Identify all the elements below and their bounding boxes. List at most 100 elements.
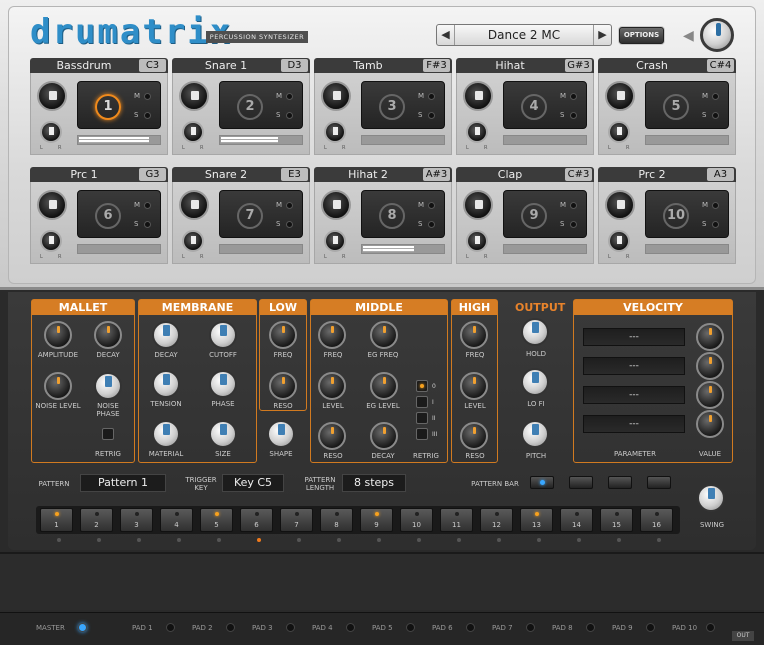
mute-button[interactable] [712, 202, 719, 209]
pad-9-output-led[interactable] [646, 623, 655, 632]
membrane-decay-knob[interactable] [152, 321, 180, 349]
pad-1-output-led[interactable] [166, 623, 175, 632]
pad-8-output-led[interactable] [586, 623, 595, 632]
next-preset-icon[interactable]: ▶ [593, 25, 611, 45]
velocity-value-knob-2[interactable] [696, 352, 724, 380]
pad-volume-knob[interactable] [37, 190, 67, 220]
pad-3[interactable]: Tamb F#3 L R 3 M S [314, 58, 452, 155]
step-9-button[interactable]: 9 [360, 508, 393, 532]
mid-level-knob[interactable] [318, 372, 346, 400]
pad-trigger[interactable]: 7 M S [219, 190, 303, 238]
pad-5-output-led[interactable] [406, 623, 415, 632]
pad-7-output-led[interactable] [526, 623, 535, 632]
step-5-button[interactable]: 5 [200, 508, 233, 532]
pad-volume-knob[interactable] [463, 190, 493, 220]
pad-2-output-led[interactable] [226, 623, 235, 632]
pad-volume-knob[interactable] [321, 81, 351, 111]
pad-9[interactable]: Clap C#3 L R 9 M S [456, 167, 594, 264]
step-7-button[interactable]: 7 [280, 508, 313, 532]
pad-volume-knob[interactable] [37, 81, 67, 111]
pad-pan-knob[interactable] [40, 121, 62, 143]
tension-knob[interactable] [152, 370, 180, 398]
pad-trigger[interactable]: 5 M S [645, 81, 729, 129]
solo-button[interactable] [428, 221, 435, 228]
low-freq-knob[interactable] [269, 321, 297, 349]
pad-volume-knob[interactable] [463, 81, 493, 111]
pad-trigger[interactable]: 3 M S [361, 81, 445, 129]
pad-trigger[interactable]: 10 M S [645, 190, 729, 238]
eg-level-knob[interactable] [370, 372, 398, 400]
pad-8[interactable]: Hihat 2 A#3 L R 8 M S [314, 167, 452, 264]
material-knob[interactable] [152, 420, 180, 448]
pad-pan-knob[interactable] [40, 230, 62, 252]
mute-button[interactable] [286, 202, 293, 209]
mute-button[interactable] [144, 93, 151, 100]
shape-knob[interactable] [267, 420, 295, 448]
step-3-button[interactable]: 3 [120, 508, 153, 532]
pattern-length-selector[interactable]: 8 steps [342, 474, 406, 492]
pad-4-output-led[interactable] [346, 623, 355, 632]
step-11-button[interactable]: 11 [440, 508, 473, 532]
phase-knob[interactable] [209, 370, 237, 398]
pad-1[interactable]: Bassdrum C3 L R 1 M S [30, 58, 168, 155]
pad-10-output-led[interactable] [706, 623, 715, 632]
pad-volume-knob[interactable] [179, 81, 209, 111]
retrig-mode-2-button[interactable] [416, 412, 428, 424]
mute-button[interactable] [286, 93, 293, 100]
step-6-button[interactable]: 6 [240, 508, 273, 532]
solo-button[interactable] [712, 112, 719, 119]
pad-2[interactable]: Snare 1 D3 L R 2 M S [172, 58, 310, 155]
mid-decay-knob[interactable] [370, 422, 398, 450]
preset-selector[interactable]: ◀ Dance 2 MC ▶ [436, 24, 612, 46]
pad-pan-knob[interactable] [466, 230, 488, 252]
step-15-button[interactable]: 15 [600, 508, 633, 532]
pad-3-output-led[interactable] [286, 623, 295, 632]
pad-volume-knob[interactable] [321, 190, 351, 220]
pad-trigger[interactable]: 2 M S [219, 81, 303, 129]
velocity-value-knob-1[interactable] [696, 323, 724, 351]
solo-button[interactable] [428, 112, 435, 119]
low-reso-knob[interactable] [269, 372, 297, 400]
pad-6[interactable]: Prc 1 G3 L R 6 M S [30, 167, 168, 264]
pattern-bar-2-button[interactable] [569, 476, 593, 489]
prev-preset-icon[interactable]: ◀ [437, 25, 455, 45]
retrig-mode-0-button[interactable] [416, 380, 428, 392]
pad-trigger[interactable]: 8 M S [361, 190, 445, 238]
mute-button[interactable] [428, 93, 435, 100]
amplitude-knob[interactable] [44, 321, 72, 349]
pad-trigger[interactable]: 4 M S [503, 81, 587, 129]
pad-7[interactable]: Snare 2 E3 L R 7 M S [172, 167, 310, 264]
mute-button[interactable] [570, 93, 577, 100]
pad-trigger[interactable]: 6 M S [77, 190, 161, 238]
pad-trigger[interactable]: 9 M S [503, 190, 587, 238]
velocity-parameter-4[interactable]: --- [583, 415, 685, 433]
pattern-bar-3-button[interactable] [608, 476, 632, 489]
options-button[interactable]: OPTIONS [619, 27, 664, 44]
pad-pan-knob[interactable] [324, 121, 346, 143]
master-volume-knob[interactable] [700, 18, 734, 52]
pattern-bar-1-button[interactable] [530, 476, 554, 489]
step-4-button[interactable]: 4 [160, 508, 193, 532]
high-freq-knob[interactable] [460, 321, 488, 349]
step-1-button[interactable]: 1 [40, 508, 73, 532]
velocity-parameter-1[interactable]: --- [583, 328, 685, 346]
pitch-knob[interactable] [521, 420, 549, 448]
pad-trigger[interactable]: 1 M S [77, 81, 161, 129]
step-2-button[interactable]: 2 [80, 508, 113, 532]
solo-button[interactable] [712, 221, 719, 228]
pad-pan-knob[interactable] [182, 230, 204, 252]
pad-volume-knob[interactable] [605, 81, 635, 111]
mallet-retrig-button[interactable] [102, 428, 114, 440]
master-output-led[interactable] [78, 623, 87, 632]
noise-phase-knob[interactable] [94, 372, 122, 400]
mute-button[interactable] [428, 202, 435, 209]
solo-button[interactable] [570, 221, 577, 228]
velocity-parameter-3[interactable]: --- [583, 386, 685, 404]
pad-10[interactable]: Prc 2 A3 L R 10 M S [598, 167, 736, 264]
solo-button[interactable] [286, 221, 293, 228]
mid-freq-knob[interactable] [318, 321, 346, 349]
solo-button[interactable] [570, 112, 577, 119]
pattern-bar-4-button[interactable] [647, 476, 671, 489]
retrig-mode-3-button[interactable] [416, 428, 428, 440]
pad-volume-knob[interactable] [179, 190, 209, 220]
